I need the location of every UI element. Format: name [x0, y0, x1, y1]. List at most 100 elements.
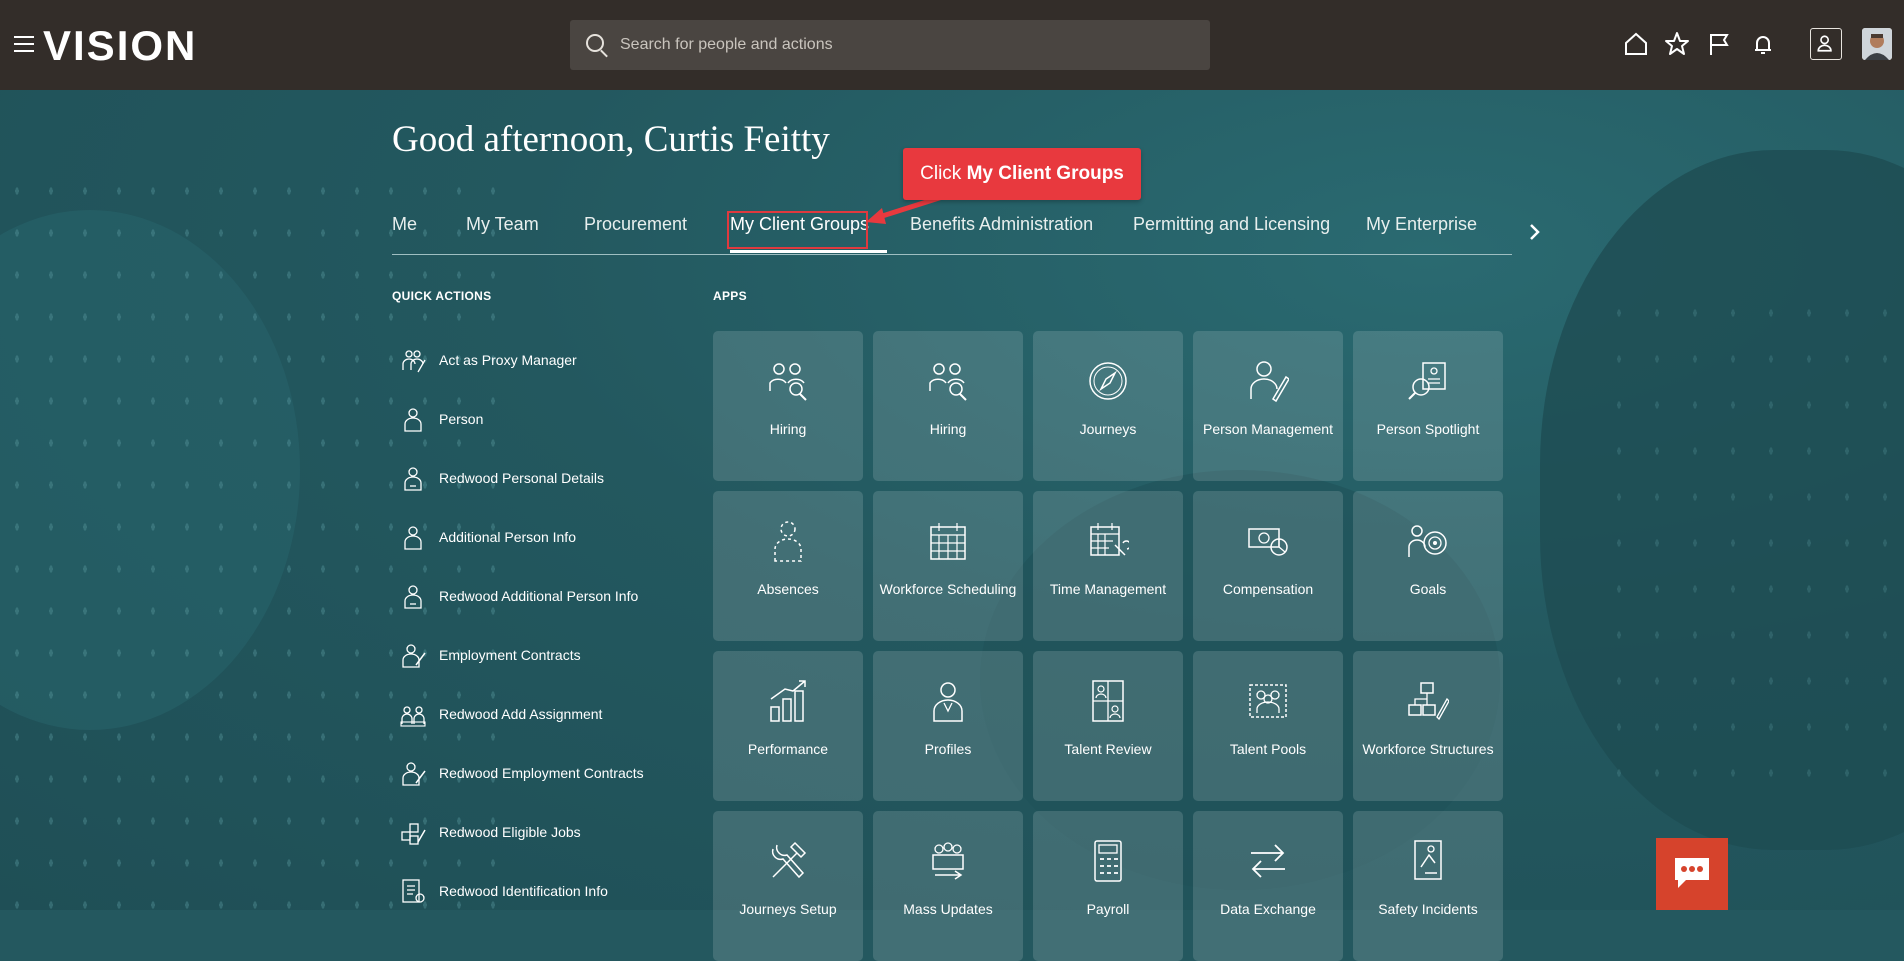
- person-info-icon: [400, 523, 426, 551]
- mass-update-icon: [927, 839, 969, 883]
- quick-action-label: Redwood Identification Info: [439, 882, 608, 899]
- search-icon: [586, 34, 604, 52]
- app-tile-label: Performance: [747, 741, 829, 757]
- callout-prefix: Click: [920, 163, 967, 184]
- quick-action-label: Redwood Add Assignment: [439, 705, 603, 722]
- talent-review-icon: [1087, 679, 1129, 723]
- quick-action-label: Employment Contracts: [439, 646, 581, 663]
- quick-action-label: Redwood Personal Details: [439, 469, 604, 486]
- eligible-jobs-icon: [400, 818, 426, 846]
- assignment-icon: [400, 700, 426, 728]
- contract-icon: [400, 759, 426, 787]
- tab-my-team[interactable]: My Team: [466, 214, 539, 235]
- tab-permitting-and-licensing[interactable]: Permitting and Licensing: [1133, 214, 1330, 235]
- flag-icon[interactable]: [1705, 30, 1733, 58]
- tutorial-callout: Click My Client Groups: [903, 148, 1141, 200]
- app-tile-mass-updates[interactable]: Mass Updates: [873, 811, 1023, 961]
- person-details-icon: [400, 464, 426, 492]
- bell-icon[interactable]: [1749, 30, 1777, 58]
- quick-action-redwood-additional-person-info[interactable]: Redwood Additional Person Info: [392, 566, 692, 625]
- app-tile-compensation[interactable]: Compensation: [1193, 491, 1343, 641]
- app-tile-time-management[interactable]: Time Management: [1033, 491, 1183, 641]
- calculator-icon: [1087, 839, 1129, 883]
- app-tile-label: Journeys: [1079, 421, 1137, 437]
- tab-procurement[interactable]: Procurement: [584, 214, 687, 235]
- quick-action-act-as-proxy-manager[interactable]: Act as Proxy Manager: [392, 330, 692, 389]
- quick-action-additional-person-info[interactable]: Additional Person Info: [392, 507, 692, 566]
- structure-icon: [1407, 679, 1450, 723]
- quick-action-redwood-identification-info[interactable]: Redwood Identification Info: [392, 861, 692, 920]
- spotlight-icon: [1407, 359, 1449, 403]
- app-tile-talent-review[interactable]: Talent Review: [1033, 651, 1183, 801]
- chat-button[interactable]: [1656, 838, 1728, 910]
- tools-icon: [767, 839, 809, 883]
- chevron-right-icon[interactable]: [1528, 222, 1542, 242]
- app-tile-goals[interactable]: Goals: [1353, 491, 1503, 641]
- tab-my-enterprise[interactable]: My Enterprise: [1366, 214, 1477, 235]
- app-tile-workforce-structures[interactable]: Workforce Structures: [1353, 651, 1503, 801]
- person-edit-icon: [1247, 359, 1291, 403]
- time-calendar-icon: [1087, 519, 1132, 563]
- star-icon[interactable]: [1663, 30, 1691, 58]
- safety-icon: [1407, 839, 1449, 883]
- quick-action-person[interactable]: Person: [392, 389, 692, 448]
- exchange-icon: [1247, 839, 1289, 883]
- person-icon: [400, 405, 426, 433]
- apps-heading: APPS: [713, 289, 747, 303]
- app-tile-label: Workforce Structures: [1362, 741, 1494, 757]
- top-bar: VISION: [0, 0, 1904, 90]
- app-tile-workforce-scheduling[interactable]: Workforce Scheduling: [873, 491, 1023, 641]
- quick-action-label: Act as Proxy Manager: [439, 351, 577, 368]
- app-tile-label: Talent Pools: [1229, 741, 1307, 757]
- global-search[interactable]: [570, 20, 1222, 70]
- quick-actions-list: Act as Proxy Manager Person Redwood Pers…: [392, 330, 692, 920]
- app-tile-label: Compensation: [1222, 581, 1314, 597]
- app-tile-label: Absences: [757, 581, 819, 597]
- app-tile-profiles[interactable]: Profiles: [873, 651, 1023, 801]
- app-tile-label: Person Management: [1203, 421, 1333, 437]
- app-tile-hiring-2[interactable]: Hiring: [873, 331, 1023, 481]
- talent-pool-icon: [1247, 679, 1289, 723]
- app-tile-safety-incidents[interactable]: Safety Incidents: [1353, 811, 1503, 961]
- home-icon[interactable]: [1622, 30, 1650, 58]
- app-tile-journeys-setup[interactable]: Journeys Setup: [713, 811, 863, 961]
- tab-me[interactable]: Me: [392, 214, 417, 235]
- chat-icon: [1675, 858, 1709, 888]
- user-icon[interactable]: [1810, 28, 1842, 60]
- avatar[interactable]: [1862, 28, 1892, 60]
- app-tile-label: Profiles: [924, 741, 972, 757]
- vision-logo[interactable]: VISION: [43, 22, 197, 70]
- app-tile-journeys[interactable]: Journeys: [1033, 331, 1183, 481]
- app-tile-person-management[interactable]: Person Management: [1193, 331, 1343, 481]
- app-tile-person-spotlight[interactable]: Person Spotlight: [1353, 331, 1503, 481]
- menu-icon[interactable]: [14, 36, 34, 52]
- quick-action-redwood-personal-details[interactable]: Redwood Personal Details: [392, 448, 692, 507]
- quick-action-redwood-add-assignment[interactable]: Redwood Add Assignment: [392, 684, 692, 743]
- app-tile-hiring[interactable]: Hiring: [713, 331, 863, 481]
- proxy-manager-icon: [400, 346, 426, 374]
- quick-action-label: Additional Person Info: [439, 528, 576, 545]
- quick-action-redwood-eligible-jobs[interactable]: Redwood Eligible Jobs: [392, 802, 692, 861]
- app-tile-label: Workforce Scheduling: [879, 581, 1017, 597]
- quick-action-label: Redwood Employment Contracts: [439, 764, 644, 781]
- app-tile-label: Hiring: [769, 421, 807, 437]
- contract-icon: [400, 641, 426, 669]
- app-tile-talent-pools[interactable]: Talent Pools: [1193, 651, 1343, 801]
- page-title: Good afternoon, Curtis Feitty: [392, 119, 830, 160]
- callout-bold-text: My Client Groups: [966, 163, 1124, 184]
- quick-actions-heading: QUICK ACTIONS: [392, 289, 492, 303]
- identification-icon: [400, 877, 426, 905]
- app-tile-label: Hiring: [929, 421, 967, 437]
- app-tile-absences[interactable]: Absences: [713, 491, 863, 641]
- target-icon: [1407, 519, 1449, 563]
- quick-action-employment-contracts[interactable]: Employment Contracts: [392, 625, 692, 684]
- quick-action-redwood-employment-contracts[interactable]: Redwood Employment Contracts: [392, 743, 692, 802]
- app-tile-payroll[interactable]: Payroll: [1033, 811, 1183, 961]
- app-tile-data-exchange[interactable]: Data Exchange: [1193, 811, 1343, 961]
- calendar-icon: [927, 519, 969, 563]
- profile-icon: [927, 679, 969, 723]
- app-tile-performance[interactable]: Performance: [713, 651, 863, 801]
- app-tile-label: Talent Review: [1064, 741, 1152, 757]
- app-tile-label: Goals: [1409, 581, 1447, 597]
- search-input[interactable]: [608, 20, 1222, 70]
